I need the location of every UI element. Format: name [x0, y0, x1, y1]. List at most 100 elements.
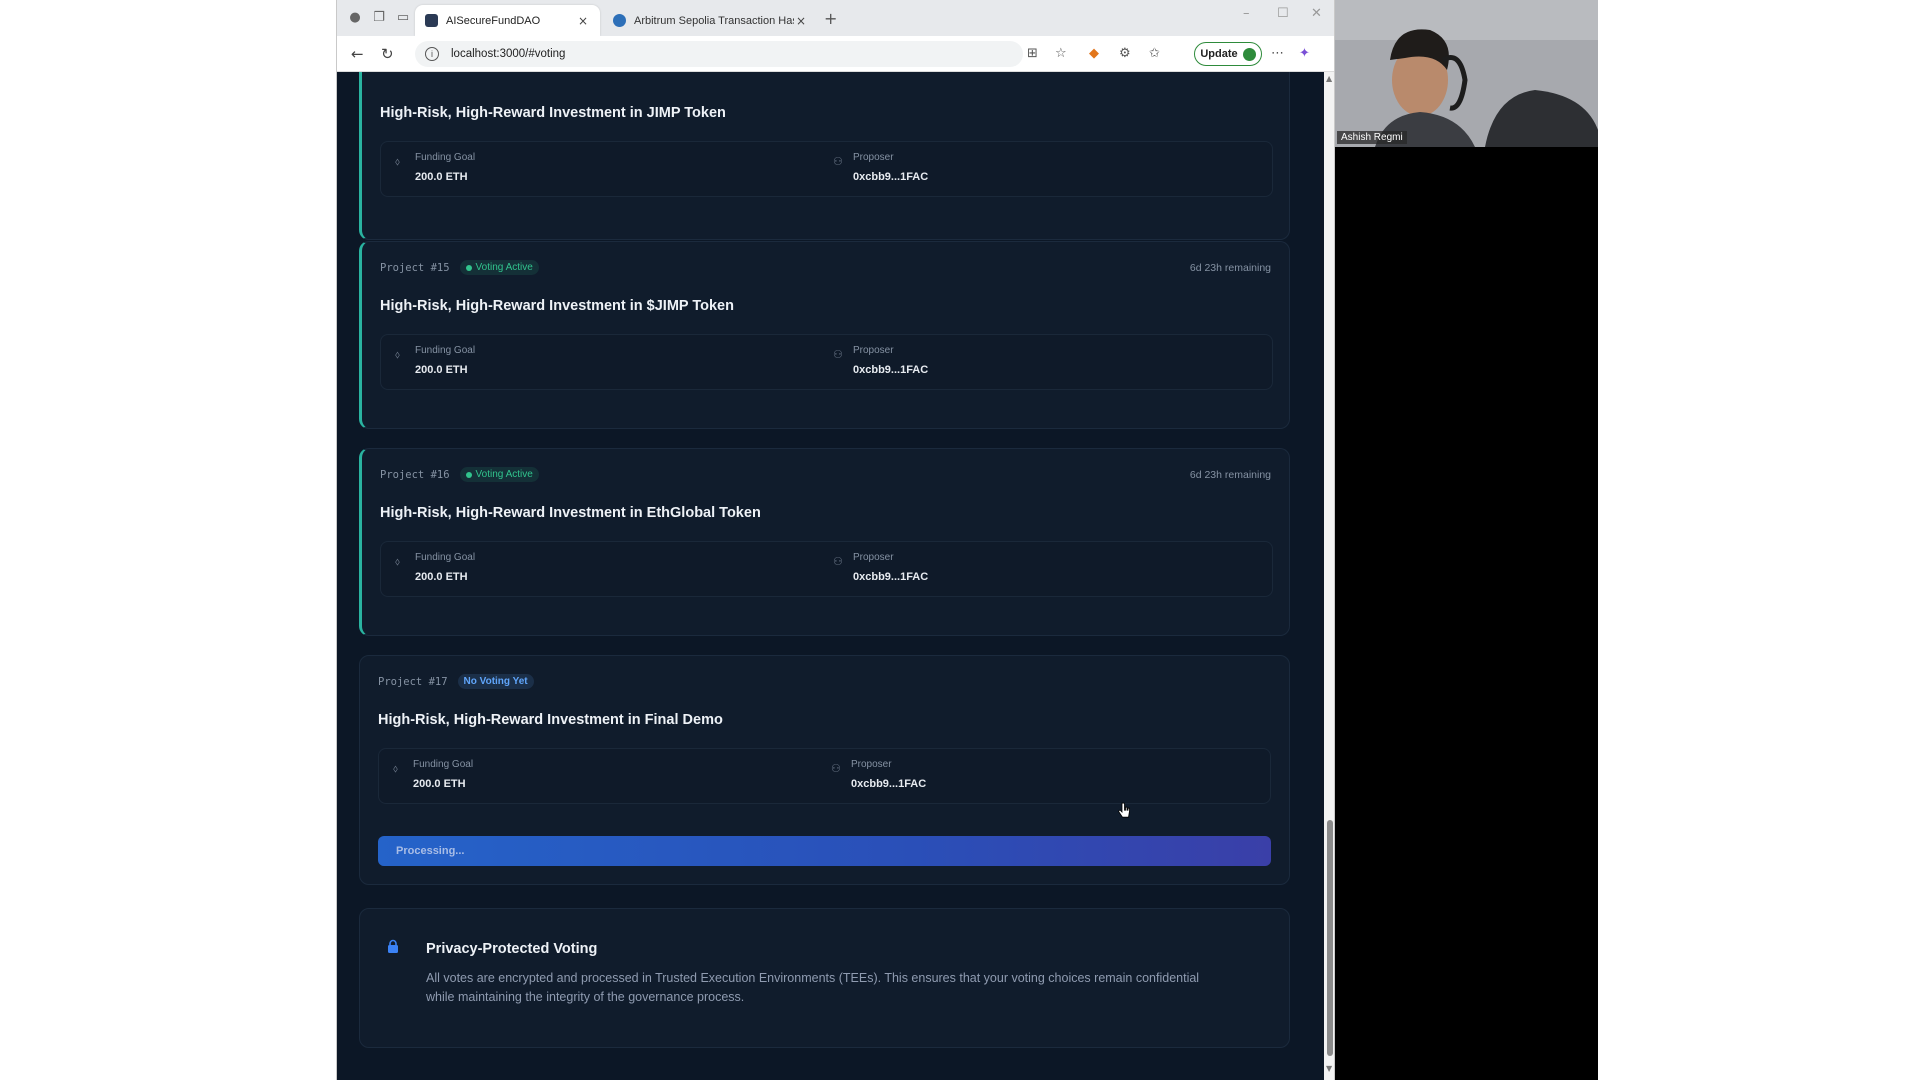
proposer-label: Proposer	[851, 759, 892, 770]
page-scrollbar[interactable]: ▲ ▼	[1324, 72, 1334, 1080]
scroll-down-icon[interactable]: ▼	[1326, 1064, 1332, 1073]
screen: ● ❐ ▭ AISecureFundDAO × Arbitrum Sepolia…	[0, 0, 1920, 1080]
project-info-box: ⬨ Funding Goal 200.0 ETH ⚇ Proposer 0xcb…	[380, 141, 1273, 197]
address-bar: ← ↻ i localhost:3000/#voting ⊞ ☆ ◆ ⚙ ✩ U…	[337, 36, 1334, 72]
close-tab-icon[interactable]: ×	[794, 14, 808, 28]
browser-window: ● ❐ ▭ AISecureFundDAO × Arbitrum Sepolia…	[336, 0, 1335, 1080]
url-field[interactable]: i localhost:3000/#voting	[415, 41, 1023, 67]
tab-actions-icon[interactable]: ▭	[395, 10, 411, 26]
maximize-icon[interactable]: ☐	[1277, 6, 1289, 21]
workspaces-icon[interactable]: ❐	[371, 10, 387, 26]
read-aloud-icon[interactable]: ⊞	[1027, 46, 1038, 61]
more-menu-icon[interactable]: ⋯	[1271, 46, 1284, 61]
tab-title: Arbitrum Sepolia Transaction Has	[634, 14, 794, 27]
project-title: High-Risk, High-Reward Investment in Fin…	[378, 712, 723, 728]
status-badge: No Voting Yet	[457, 674, 534, 689]
update-label: Update	[1200, 48, 1238, 60]
status-badge: Voting Active	[459, 260, 539, 275]
empty-panel	[1335, 147, 1598, 1080]
project-info-box: ⬨ Funding Goal 200.0 ETH ⚇ Proposer 0xcb…	[380, 541, 1273, 597]
site-info-icon[interactable]: i	[425, 47, 439, 61]
proposer-value: 0xcbb9...1FAC	[851, 778, 927, 790]
webcam-feed: Ashish Regmi	[1335, 0, 1598, 147]
new-tab-icon[interactable]: +	[824, 9, 837, 28]
project-title: High-Risk, High-Reward Investment in JIM…	[380, 105, 726, 121]
project-info-box: ⬨ Funding Goal 200.0 ETH ⚇ Proposer 0xcb…	[380, 334, 1273, 390]
close-tab-icon[interactable]: ×	[576, 14, 590, 28]
time-remaining: 6d 23h remaining	[1189, 469, 1271, 481]
arbitrum-favicon-icon	[613, 14, 626, 27]
scroll-thumb[interactable]	[1327, 820, 1333, 1056]
favorites-icon[interactable]: ✩	[1149, 46, 1160, 61]
project-header: Project #16 Voting Active	[380, 467, 539, 482]
favorite-star-icon[interactable]: ☆	[1055, 46, 1067, 61]
project-card: Project #15 Voting Active 6d 23h remaini…	[359, 241, 1290, 429]
proposer-value: 0xcbb9...1FAC	[853, 364, 929, 376]
scroll-up-icon[interactable]: ▲	[1326, 74, 1332, 83]
copilot-icon[interactable]: ✦	[1299, 46, 1310, 61]
project-title: High-Risk, High-Reward Investment in Eth…	[380, 505, 761, 521]
proposer-value: 0xcbb9...1FAC	[853, 571, 929, 583]
status-badge: Voting Active	[459, 467, 539, 482]
dao-favicon-icon	[425, 14, 438, 27]
profile-icon[interactable]: ●	[347, 10, 363, 26]
back-icon[interactable]: ←	[351, 45, 364, 63]
funding-value: 200.0 ETH	[413, 778, 466, 790]
privacy-text: All votes are encrypted and processed in…	[426, 971, 1200, 1004]
ethereum-icon: ⬨	[395, 555, 400, 568]
project-header: Project #15 Voting Active	[380, 260, 539, 275]
privacy-notice: Privacy-Protected Voting All votes are e…	[359, 908, 1290, 1048]
mouse-cursor-icon	[1117, 802, 1130, 818]
ethereum-icon: ⬨	[395, 155, 400, 168]
project-card: Project #16 Voting Active 6d 23h remaini…	[359, 448, 1290, 636]
minimize-icon[interactable]: –	[1243, 6, 1250, 21]
proposer-label: Proposer	[853, 552, 894, 563]
proposer-label: Proposer	[853, 345, 894, 356]
privacy-title: Privacy-Protected Voting	[426, 941, 598, 957]
user-group-icon: ⚇	[833, 155, 843, 168]
extensions-icon[interactable]: ⚙	[1119, 46, 1131, 61]
url-text: localhost:3000/#voting	[451, 48, 566, 60]
proposer-value: 0xcbb9...1FAC	[853, 171, 929, 183]
webcam-person-image	[1335, 0, 1598, 147]
time-remaining: 6d 23h remaining	[1189, 262, 1271, 274]
project-number: Project #16	[380, 468, 450, 481]
funding-label: Funding Goal	[413, 759, 474, 770]
project-header: Project #17 No Voting Yet	[378, 674, 534, 689]
status-dot-icon	[465, 471, 472, 478]
project-number: Project #17	[378, 675, 448, 688]
project-title: High-Risk, High-Reward Investment in $JI…	[380, 298, 734, 314]
proposer-label: Proposer	[853, 152, 894, 163]
funding-label: Funding Goal	[415, 152, 476, 163]
funding-label: Funding Goal	[415, 552, 476, 563]
funding-value: 200.0 ETH	[415, 364, 468, 376]
tab-bar: ● ❐ ▭ AISecureFundDAO × Arbitrum Sepolia…	[337, 0, 1334, 36]
ethereum-icon: ⬨	[395, 348, 400, 361]
user-group-icon: ⚇	[833, 555, 843, 568]
lock-icon	[388, 939, 398, 953]
project-card: High-Risk, High-Reward Investment in JIM…	[359, 72, 1290, 240]
funding-value: 200.0 ETH	[415, 171, 468, 183]
status-label: Voting Active	[475, 469, 533, 480]
tab-arbitrum[interactable]: Arbitrum Sepolia Transaction Has ×	[603, 5, 818, 36]
close-window-icon[interactable]: ✕	[1311, 6, 1322, 21]
update-badge-icon	[1242, 47, 1256, 61]
reload-icon[interactable]: ↻	[381, 45, 394, 63]
ethereum-icon: ⬨	[393, 762, 398, 775]
webcam-name-label: Ashish Regmi	[1337, 131, 1407, 144]
page-viewport: High-Risk, High-Reward Investment in JIM…	[337, 72, 1324, 1080]
processing-button[interactable]: Processing...	[378, 836, 1271, 866]
project-card: Project #17 No Voting Yet High-Risk, Hig…	[359, 655, 1290, 885]
tab-aisecurefunddao[interactable]: AISecureFundDAO ×	[415, 5, 600, 36]
user-group-icon: ⚇	[833, 348, 843, 361]
funding-value: 200.0 ETH	[415, 571, 468, 583]
user-group-icon: ⚇	[831, 762, 841, 775]
project-info-box: ⬨ Funding Goal 200.0 ETH ⚇ Proposer 0xcb…	[378, 748, 1271, 804]
status-dot-icon	[465, 264, 472, 271]
funding-label: Funding Goal	[415, 345, 476, 356]
project-number: Project #15	[380, 261, 450, 274]
update-button[interactable]: Update	[1194, 42, 1262, 66]
metamask-icon[interactable]: ◆	[1089, 46, 1099, 61]
status-label: Voting Active	[475, 262, 533, 273]
tab-title: AISecureFundDAO	[446, 14, 541, 27]
